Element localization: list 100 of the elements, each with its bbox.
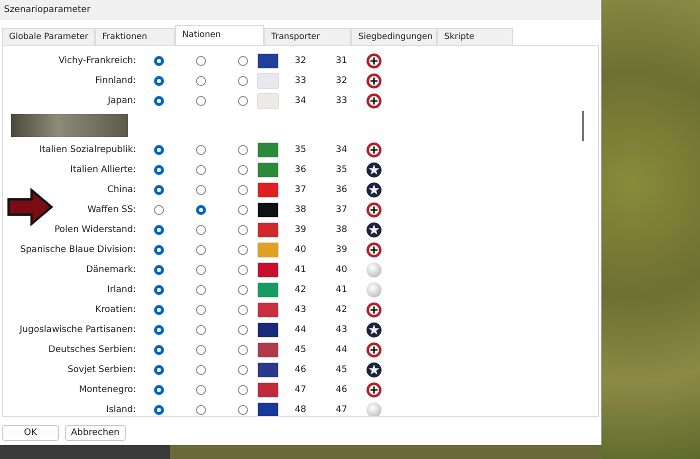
radio-button[interactable] <box>154 325 164 335</box>
radio-button[interactable] <box>196 96 206 106</box>
radio-button[interactable] <box>238 165 248 175</box>
nation-label: Deutsches Serbien: <box>47 345 136 355</box>
tab[interactable]: Fraktionen <box>95 28 176 45</box>
nation-label: Vichy-Frankreich: <box>58 56 136 66</box>
radio-button[interactable] <box>196 165 206 175</box>
number-label: 38 <box>334 225 348 235</box>
radio-button[interactable] <box>196 265 206 275</box>
number-label: 32 <box>294 56 308 66</box>
radio-button[interactable] <box>196 365 206 375</box>
number-label: 39 <box>294 225 308 235</box>
radio-button[interactable] <box>154 385 164 395</box>
radio-button[interactable] <box>196 185 206 195</box>
ok-button[interactable]: OK <box>2 425 59 441</box>
radio-button[interactable] <box>154 225 164 235</box>
number-label: 37 <box>294 185 308 195</box>
radio-button[interactable] <box>238 145 248 155</box>
radio-button[interactable] <box>154 305 164 315</box>
radio-button[interactable] <box>196 325 206 335</box>
radio-button[interactable] <box>154 245 164 255</box>
radio-button[interactable] <box>238 285 248 295</box>
number-label: 31 <box>334 56 348 66</box>
tab[interactable]: Nationen <box>175 25 264 45</box>
radio-button[interactable] <box>238 96 248 106</box>
number-label: 42 <box>334 305 348 315</box>
number-label: 34 <box>334 145 348 155</box>
number-label: 47 <box>294 385 308 395</box>
tab[interactable]: Globale Parameter <box>2 28 96 45</box>
number-label: 43 <box>294 305 308 315</box>
nation-label: Sovjet Serbien: <box>66 365 136 375</box>
radio-button[interactable] <box>154 76 164 86</box>
radio-button[interactable] <box>196 345 206 355</box>
tab[interactable]: Transporter <box>264 28 352 45</box>
radio-button[interactable] <box>238 345 248 355</box>
radio-button[interactable] <box>196 56 206 66</box>
radio-button[interactable] <box>154 56 164 66</box>
nation-label: Italien Allierte: <box>69 165 136 175</box>
radio-button[interactable] <box>196 285 206 295</box>
number-label: 39 <box>334 245 348 255</box>
number-label: 46 <box>294 365 308 375</box>
radio-button[interactable] <box>154 165 164 175</box>
radio-button[interactable] <box>238 245 248 255</box>
radio-button[interactable] <box>154 185 164 195</box>
radio-button[interactable] <box>196 305 206 315</box>
nation-label: Jugoslawische Partisanen: <box>18 325 136 335</box>
nation-label: Spanische Blaue Division: <box>19 245 136 255</box>
radio-button[interactable] <box>196 245 206 255</box>
number-label: 36 <box>294 165 308 175</box>
radio-button[interactable] <box>238 305 248 315</box>
radio-button[interactable] <box>154 365 164 375</box>
nation-label: Italien Sozialrepublik: <box>38 145 136 155</box>
radio-button[interactable] <box>238 385 248 395</box>
radio-button[interactable] <box>154 345 164 355</box>
cancel-button[interactable]: Abbrechen <box>65 425 126 441</box>
number-label: 35 <box>334 165 348 175</box>
radio-button[interactable] <box>238 76 248 86</box>
number-label: 44 <box>334 345 348 355</box>
radio-button[interactable] <box>238 405 248 415</box>
number-label: 35 <box>294 145 308 155</box>
number-label: 41 <box>334 285 348 295</box>
number-label: 46 <box>334 385 348 395</box>
radio-button[interactable] <box>196 225 206 235</box>
radio-button[interactable] <box>154 265 164 275</box>
number-label: 38 <box>294 205 308 215</box>
nation-label: Japan: <box>106 96 136 106</box>
radio-button[interactable] <box>238 205 248 215</box>
radio-button[interactable] <box>154 96 164 106</box>
number-label: 36 <box>334 185 348 195</box>
number-label: 32 <box>334 76 348 86</box>
radio-button[interactable] <box>238 225 248 235</box>
radio-button[interactable] <box>238 365 248 375</box>
number-label: 45 <box>294 345 308 355</box>
radio-button[interactable] <box>154 405 164 415</box>
radio-button[interactable] <box>154 205 164 215</box>
radio-button[interactable] <box>196 405 206 415</box>
radio-button[interactable] <box>238 265 248 275</box>
nation-label: Finnland: <box>94 76 136 86</box>
nation-label: China: <box>106 185 136 195</box>
number-label: 41 <box>294 265 308 275</box>
arrow-icon <box>7 187 53 227</box>
number-label: 45 <box>334 365 348 375</box>
scrollbar-thumb[interactable] <box>582 111 584 141</box>
number-label: 43 <box>334 325 348 335</box>
tab[interactable]: Skripte <box>437 28 514 45</box>
radio-button[interactable] <box>196 205 206 215</box>
radio-button[interactable] <box>238 325 248 335</box>
radio-button[interactable] <box>154 285 164 295</box>
radio-button[interactable] <box>196 385 206 395</box>
radio-button[interactable] <box>238 56 248 66</box>
tab[interactable]: Siegbedingungen <box>351 28 438 45</box>
nation-label: Island: <box>105 405 136 415</box>
radio-button[interactable] <box>238 185 248 195</box>
number-label: 33 <box>294 76 308 86</box>
number-label: 47 <box>334 405 348 415</box>
radio-button[interactable] <box>154 145 164 155</box>
nation-label: Dänemark: <box>85 265 136 275</box>
radio-button[interactable] <box>196 145 206 155</box>
nation-label: Waffen SS: <box>86 205 136 215</box>
radio-button[interactable] <box>196 76 206 86</box>
